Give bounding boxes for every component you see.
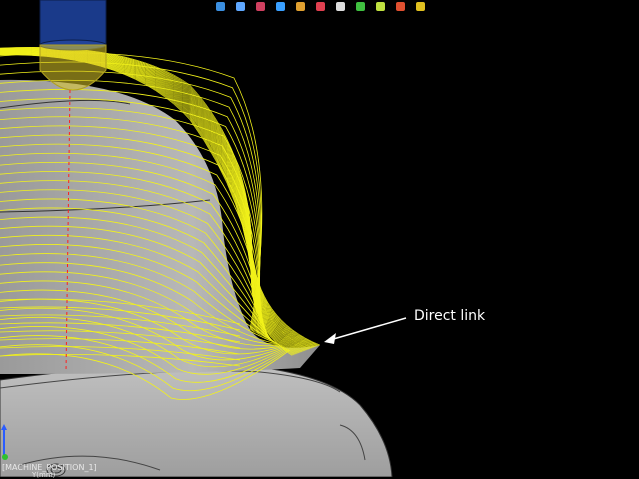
- shaded-box-icon[interactable]: [272, 0, 288, 13]
- 3d-viewport[interactable]: [0, 0, 639, 477]
- arrow-icon[interactable]: [412, 0, 428, 13]
- wire-box-icon[interactable]: [232, 0, 248, 13]
- tool-shank: [39, 0, 107, 46]
- color-box-icon[interactable]: [292, 0, 308, 13]
- box-icon[interactable]: [252, 0, 268, 13]
- rotate-icon[interactable]: [352, 0, 368, 13]
- units-label: Y(mm): [32, 471, 56, 479]
- link-red-icon[interactable]: [392, 0, 408, 13]
- cylinder-icon[interactable]: [212, 0, 228, 13]
- view-toolbar: [212, 0, 428, 14]
- link-icon[interactable]: [372, 0, 388, 13]
- annotation-arrow: [329, 317, 407, 341]
- red-box-icon[interactable]: [312, 0, 328, 13]
- annotation-arrowhead: [324, 333, 336, 344]
- eraser-icon[interactable]: [332, 0, 348, 13]
- axis-triad: [0, 424, 16, 466]
- annotation-label: Direct link: [414, 308, 486, 324]
